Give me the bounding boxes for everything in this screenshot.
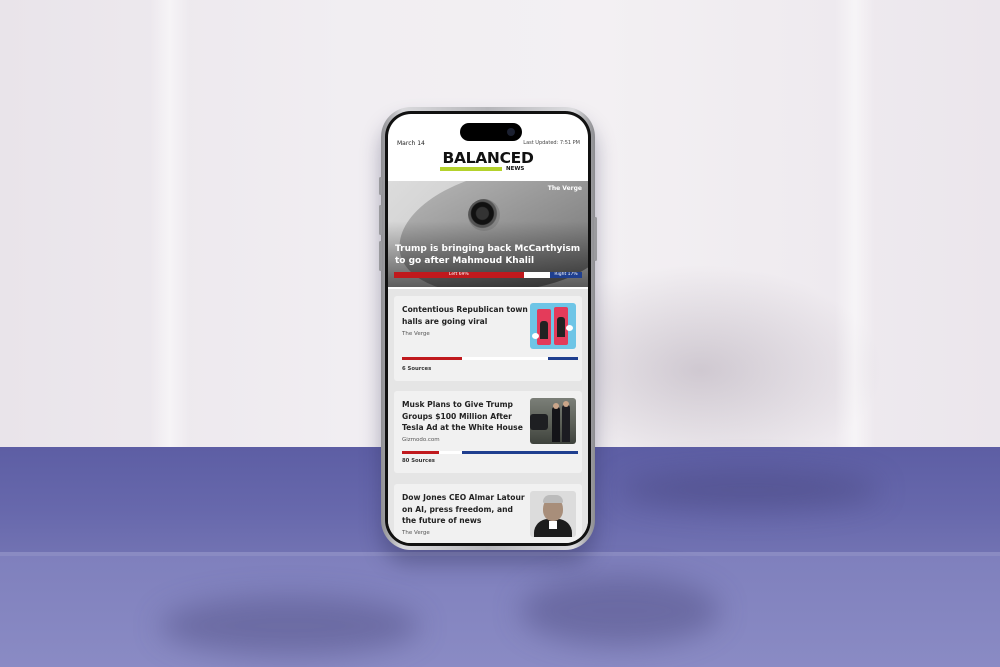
wall-highlight [835,0,875,447]
logo-subtext: NEWS [506,166,525,172]
sources-count[interactable]: 6 Sources [402,366,431,372]
article-title[interactable]: Musk Plans to Give Trump Groups $100 Mil… [402,399,528,434]
bias-right-segment [461,451,578,454]
volume-down-button [379,241,382,271]
article-title[interactable]: Contentious Republican town halls are go… [402,304,528,327]
volume-up-button [379,205,382,235]
leaf-shadow [160,596,420,656]
bias-center-segment [461,357,549,360]
bias-center-segment [438,451,462,454]
portrait-photo [530,491,576,537]
article-source: The Verge [402,331,430,337]
action-button [379,177,382,195]
article-source: The Verge [402,530,430,536]
bias-right-segment [548,357,578,360]
town-hall-photo [530,303,576,349]
bias-center-segment [523,272,551,278]
phone-shadow [620,470,880,510]
article-card[interactable]: Dow Jones CEO Almar Latour on AI, press … [394,484,582,543]
table-front [0,556,1000,667]
status-date: March 14 [397,140,425,147]
article-bias-bar [402,357,578,360]
article-source: Gizmodo.com [402,437,440,443]
bias-right-segment: Right 17% [550,272,582,278]
bias-left-segment [402,451,439,454]
app-logo[interactable]: BALANCED NEWS [388,149,588,172]
bias-left-segment: Left 69% [394,272,524,278]
leaf-shadow [520,576,720,646]
hero-source[interactable]: The Verge [548,185,582,192]
logo-text: BALANCED [442,149,534,167]
hero-headline[interactable]: Trump is bringing back McCarthyism to go… [395,243,581,267]
white-house-photo [530,398,576,444]
bias-left-segment [402,357,462,360]
sources-count[interactable]: 80 Sources [402,458,435,464]
app-screen: March 14 Last Updated: 7:51 PM BALANCED … [388,114,588,543]
article-bias-bar [402,451,578,454]
camera-icon [507,128,515,136]
phone-device: March 14 Last Updated: 7:51 PM BALANCED … [379,107,597,550]
hero-story[interactable]: The Verge Trump is bringing back McCarth… [388,181,588,287]
article-list: Contentious Republican town halls are go… [388,289,588,543]
power-button [594,217,597,261]
article-title[interactable]: Dow Jones CEO Almar Latour on AI, press … [402,492,528,527]
article-card[interactable]: Contentious Republican town halls are go… [394,296,582,381]
last-updated: Last Updated: 7:51 PM [523,140,580,146]
wall-highlight [150,0,190,447]
hero-bias-bar: Left 69% Right 17% [394,272,582,278]
dynamic-island [460,123,522,141]
article-card[interactable]: Musk Plans to Give Trump Groups $100 Mil… [394,391,582,473]
screen-bezel: March 14 Last Updated: 7:51 PM BALANCED … [385,111,591,546]
logo-underline [440,167,502,171]
